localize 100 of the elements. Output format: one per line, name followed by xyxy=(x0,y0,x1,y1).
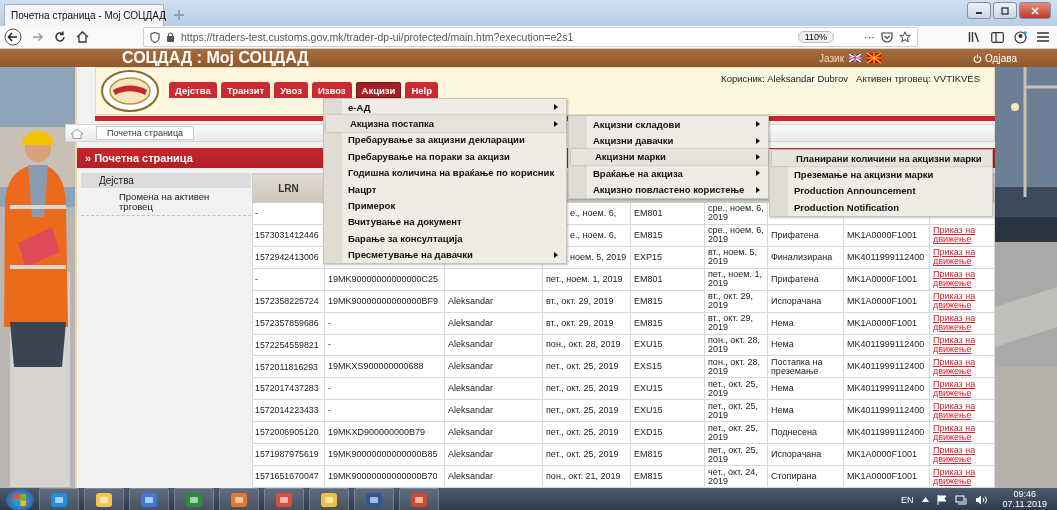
nav-button[interactable]: Извоз xyxy=(311,82,352,98)
address-bar[interactable]: https://traders-test.customs.gov.mk/trader-dp-ui/protected/main.htm?execution=e2s1 110% ··· xyxy=(143,27,918,47)
account-icon[interactable] xyxy=(1014,30,1027,44)
table-cell: MK1A0000F1001 xyxy=(847,471,918,482)
table-cell: Прифатена xyxy=(771,273,819,284)
reload-icon[interactable] xyxy=(54,31,66,43)
table-cell: Поднесена xyxy=(771,427,817,438)
table-cell: 1572357859686 xyxy=(255,317,319,328)
table-cell: 19MK90000000000000BF9 xyxy=(328,295,439,306)
table-cell: пет., окт. 25, 2019 xyxy=(546,427,619,438)
zoom-badge[interactable]: 110% xyxy=(797,31,834,43)
menu-item[interactable]: Акцизна постапка xyxy=(326,115,566,132)
table-cell: 1572014223433 xyxy=(255,405,319,416)
nav-button[interactable]: Акцизи xyxy=(355,82,402,98)
table-cell: Нема xyxy=(771,317,794,328)
forward-icon[interactable] xyxy=(32,31,44,43)
table-cell: пет., окт. 25, 2019 xyxy=(708,378,758,398)
browser-tab[interactable]: Почетна страница - Moj СОЦДАД xyxy=(4,4,164,26)
table-cell: Испорачана xyxy=(771,295,822,306)
menu-item[interactable]: Акцизни складови xyxy=(569,116,768,133)
table-cell: - xyxy=(255,208,258,219)
logout-link[interactable]: Одјава xyxy=(973,52,1017,64)
language-indicator[interactable]: EN xyxy=(901,494,914,505)
table-cell: сре., ноем. 6, 2019 xyxy=(708,225,764,245)
table-cell: вт., окт. 29, 2019 xyxy=(708,291,753,311)
minimize-button[interactable] xyxy=(967,2,991,19)
show-hidden-icons-icon[interactable] xyxy=(921,497,929,502)
pocket-icon[interactable] xyxy=(881,31,893,43)
menu-icon[interactable] xyxy=(1037,32,1049,42)
table-cell: 1572017437283 xyxy=(255,383,319,394)
menu-item[interactable]: Production Announcement xyxy=(770,182,992,200)
table-cell: EM801 xyxy=(634,273,663,284)
table-cell: Aleksandar xyxy=(448,471,494,482)
table-cell: Прифатена xyxy=(771,229,819,240)
table-cell: Aleksandar xyxy=(448,339,494,350)
menu-item[interactable]: Пребарување за акцизни декларации xyxy=(324,131,566,149)
site-title: СОЦДАД : Moj СОЦДАД xyxy=(122,49,310,67)
nav-button[interactable]: Дејства xyxy=(169,82,217,98)
table-cell: 1572254559821 xyxy=(255,339,319,350)
library-icon[interactable] xyxy=(968,31,981,43)
network-icon[interactable] xyxy=(954,494,967,505)
menu-item[interactable]: Преземање на акцизни марки xyxy=(770,166,992,183)
lock-icon xyxy=(166,32,175,42)
menu-item[interactable]: е-АД xyxy=(324,99,566,116)
menu-item[interactable]: Акцизни давачки xyxy=(569,132,768,149)
star-icon[interactable] xyxy=(899,31,911,43)
table-cell: ноем. 5, 2019 xyxy=(570,251,627,262)
table-cell: Aleksandar xyxy=(448,317,494,328)
back-icon[interactable] xyxy=(4,28,22,46)
table-cell: 19MK90000000000000B85 xyxy=(328,449,438,460)
menu-item[interactable]: Барање за консултација xyxy=(324,230,566,247)
power-icon xyxy=(973,53,983,63)
menu-item[interactable]: Нацрт xyxy=(324,180,566,198)
table-cell: EM801 xyxy=(634,207,663,218)
menu-item[interactable]: Вчитување на документ xyxy=(324,213,566,231)
table-cell: 19MKXD900000000B79 xyxy=(328,427,426,438)
nav-button[interactable]: Увоз xyxy=(274,82,308,98)
table-cell: EM815 xyxy=(634,229,663,240)
table-cell: MK1A0000F1001 xyxy=(847,317,918,328)
menu-item[interactable]: Пресметување на давачки xyxy=(324,246,566,263)
breadcrumb-link[interactable]: Почетна страница xyxy=(96,126,195,140)
table-cell: 19MK90000000000000B70 xyxy=(328,471,438,482)
sidebar-link[interactable]: Промена на активен трговец xyxy=(81,188,251,216)
table-cell: Aleksandar xyxy=(448,449,494,460)
table-cell: Нема xyxy=(771,339,794,350)
table-cell: пет., окт. 25, 2019 xyxy=(546,405,619,416)
sidebar-icon[interactable] xyxy=(991,31,1004,43)
table-cell: пет., окт. 25, 2019 xyxy=(546,383,619,394)
table-cell: Постапка на преземање xyxy=(771,356,823,376)
menu-item[interactable]: Примерок xyxy=(324,197,566,214)
menu-item[interactable]: Production Notification xyxy=(770,199,992,216)
table-cell: MK1A0000F1001 xyxy=(847,229,918,240)
maximize-button[interactable] xyxy=(993,2,1017,19)
more-actions-button[interactable]: ··· xyxy=(864,31,875,43)
nav-button[interactable]: Help xyxy=(405,82,439,98)
close-button[interactable] xyxy=(1019,2,1051,19)
table-cell: пет., окт. 25, 2019 xyxy=(546,449,619,460)
menu-item[interactable]: Пребарување на пораки за акцизи xyxy=(324,148,566,165)
menu-item[interactable]: Акцизни марки xyxy=(571,148,768,166)
volume-icon[interactable] xyxy=(974,494,987,505)
table-cell: MK4011999112400 xyxy=(847,427,925,438)
flag-icon[interactable] xyxy=(849,54,862,62)
table-cell: - xyxy=(328,317,331,328)
shield-icon[interactable] xyxy=(150,31,160,43)
sidebar-heading: Дејства xyxy=(81,173,251,188)
start-button[interactable] xyxy=(6,488,34,510)
table-cell: пет., ноем. 1, 2019 xyxy=(546,273,623,284)
table-cell: е., ноем. 6, xyxy=(570,207,617,218)
table-cell: 1572358225724 xyxy=(255,295,319,306)
table-cell: пон., окт. 21, 2019 xyxy=(546,471,621,482)
table-cell: MK4011999112400 xyxy=(847,251,925,262)
home-icon[interactable] xyxy=(76,31,89,43)
menu-item[interactable]: Планирани количини на акцизни марки xyxy=(772,150,992,167)
table-cell: пон., окт. 28, 2019 xyxy=(708,356,761,376)
nav-button[interactable]: Транзит xyxy=(220,82,271,98)
language-label: Јазик xyxy=(819,52,845,64)
menu-item[interactable]: Акцизно повластено користење xyxy=(569,181,768,198)
table-cell: пон., окт. 28, 2019 xyxy=(708,335,761,354)
menu-item[interactable]: Враќање на акциза xyxy=(569,165,768,182)
table-cell: MK4011999112400 xyxy=(847,339,925,350)
